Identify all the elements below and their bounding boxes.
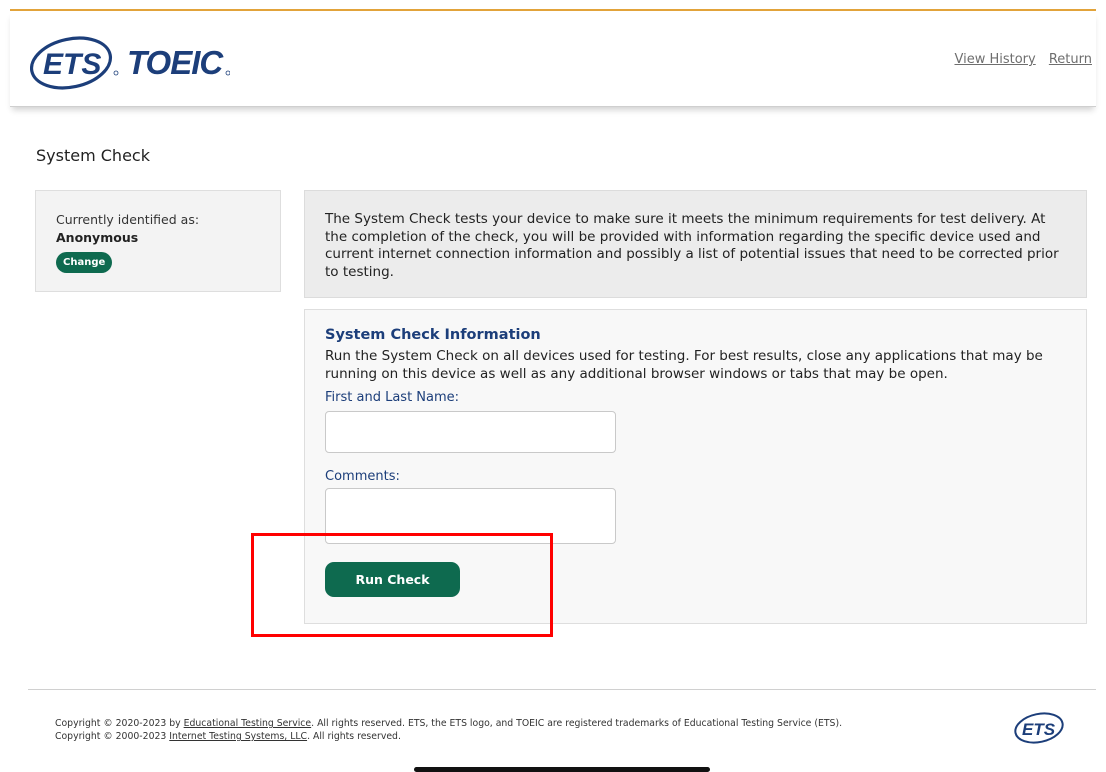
identity-panel: Currently identified as: Anonymous Chang… xyxy=(35,190,281,292)
comments-field-label: Comments: xyxy=(325,469,400,484)
svg-text:TOEIC: TOEIC xyxy=(127,44,224,81)
intro-panel: The System Check tests your device to ma… xyxy=(304,190,1087,298)
view-history-link[interactable]: View History xyxy=(954,52,1035,67)
ets-footer-logo: ETS xyxy=(1014,712,1064,744)
form-description: Run the System Check on all devices used… xyxy=(325,348,1043,382)
svg-text:ETS: ETS xyxy=(43,48,101,81)
footer-line2-prefix: Copyright © 2000-2023 xyxy=(55,731,170,742)
return-link[interactable]: Return xyxy=(1049,52,1092,67)
svg-text:ETS: ETS xyxy=(1022,720,1056,739)
home-indicator[interactable] xyxy=(414,767,710,772)
page-title: System Check xyxy=(36,146,150,165)
footer-divider xyxy=(28,689,1096,690)
footer-line1-suffix: . All rights reserved. ETS, the ETS logo… xyxy=(311,718,843,729)
footer-copyright: Copyright © 2020-2023 by Educational Tes… xyxy=(55,717,842,743)
form-heading: System Check Information xyxy=(325,327,541,343)
name-input[interactable] xyxy=(325,411,616,453)
footer-line1-prefix: Copyright © 2020-2023 by xyxy=(55,718,184,729)
identity-name: Anonymous xyxy=(56,230,139,245)
intro-text: The System Check tests your device to ma… xyxy=(325,211,1059,280)
run-check-button[interactable]: Run Check xyxy=(325,562,460,597)
change-identity-button[interactable]: Change xyxy=(56,252,113,273)
ets-link[interactable]: Educational Testing Service xyxy=(184,718,312,729)
footer-line2-suffix: . All rights reserved. xyxy=(307,731,401,742)
footer-line-1: Copyright © 2020-2023 by Educational Tes… xyxy=(55,717,842,730)
name-field-label: First and Last Name: xyxy=(325,390,460,405)
footer-line-2: Copyright © 2000-2023 Internet Testing S… xyxy=(55,730,842,743)
system-check-form: System Check Information Run the System … xyxy=(304,309,1087,624)
comments-input[interactable] xyxy=(325,488,616,544)
ets-toeic-logo: ETS TOEIC xyxy=(30,36,230,90)
identity-caption: Currently identified as: xyxy=(56,212,200,227)
its-link[interactable]: Internet Testing Systems, LLC xyxy=(169,731,307,742)
site-header: ETS TOEIC View History Return xyxy=(10,11,1096,107)
header-nav: View History Return xyxy=(945,52,1092,67)
